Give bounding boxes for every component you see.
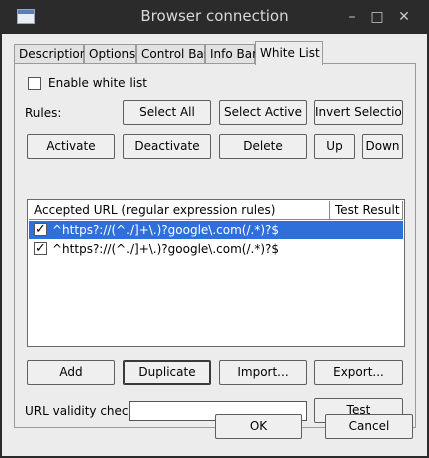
window-title: Browser connection (140, 7, 289, 25)
invert-selection-button[interactable]: Invert Selection (314, 100, 403, 125)
table-row[interactable]: ^https?://(^./]+\.)?google\.com(/.*)?$ (29, 221, 403, 239)
ok-button[interactable]: OK (215, 414, 302, 439)
rule-enabled-checkbox[interactable] (34, 240, 47, 258)
up-button[interactable]: Up (314, 134, 355, 159)
export-button[interactable]: Export... (314, 360, 403, 385)
cancel-button[interactable]: Cancel (325, 414, 413, 439)
import-button[interactable]: Import... (219, 360, 307, 385)
add-button[interactable]: Add (27, 360, 115, 385)
dialog-body: Description Options Control Bar Info Bar… (2, 34, 427, 456)
enable-white-list-checkbox[interactable] (28, 77, 41, 90)
white-list-panel: Enable white list Rules: Select All Sele… (14, 63, 416, 428)
title-bar[interactable]: Browser connection – □ ✕ (0, 0, 429, 34)
activate-button[interactable]: Activate (27, 134, 115, 159)
browser-connection-window: Browser connection – □ ✕ Description Opt… (0, 0, 429, 458)
rule-enabled-checkbox[interactable] (34, 221, 47, 239)
maximize-icon[interactable]: □ (368, 8, 386, 26)
column-header-url[interactable]: Accepted URL (regular expression rules) (29, 201, 330, 220)
enable-white-list-label: Enable white list (48, 76, 147, 90)
down-button[interactable]: Down (362, 134, 403, 159)
rule-url: ^https?://(^./]+\.)?google\.com(/.*)?$ (52, 242, 280, 256)
tab-info-bar[interactable]: Info Bar (205, 44, 257, 64)
close-icon[interactable]: ✕ (395, 8, 413, 26)
tab-description[interactable]: Description (14, 44, 87, 64)
column-header-test-result[interactable]: Test Result (330, 201, 403, 220)
select-active-button[interactable]: Select Active (219, 100, 307, 125)
deactivate-button[interactable]: Deactivate (123, 134, 211, 159)
rules-table[interactable]: Accepted URL (regular expression rules) … (27, 199, 405, 347)
duplicate-button[interactable]: Duplicate (123, 360, 211, 385)
select-all-button[interactable]: Select All (123, 100, 211, 125)
delete-button[interactable]: Delete (219, 134, 307, 159)
url-validity-check-label: URL validity check (25, 404, 136, 418)
minimize-icon[interactable]: – (343, 8, 361, 26)
tab-control-bar[interactable]: Control Bar (136, 44, 209, 64)
tab-white-list[interactable]: White List (255, 41, 323, 65)
table-row[interactable]: ^https?://(^./]+\.)?google\.com(/.*)?$ (29, 240, 403, 258)
tab-options[interactable]: Options (84, 44, 136, 64)
rule-url: ^https?://(^./]+\.)?google\.com(/.*)?$ (52, 223, 280, 237)
rules-label: Rules: (25, 106, 62, 120)
